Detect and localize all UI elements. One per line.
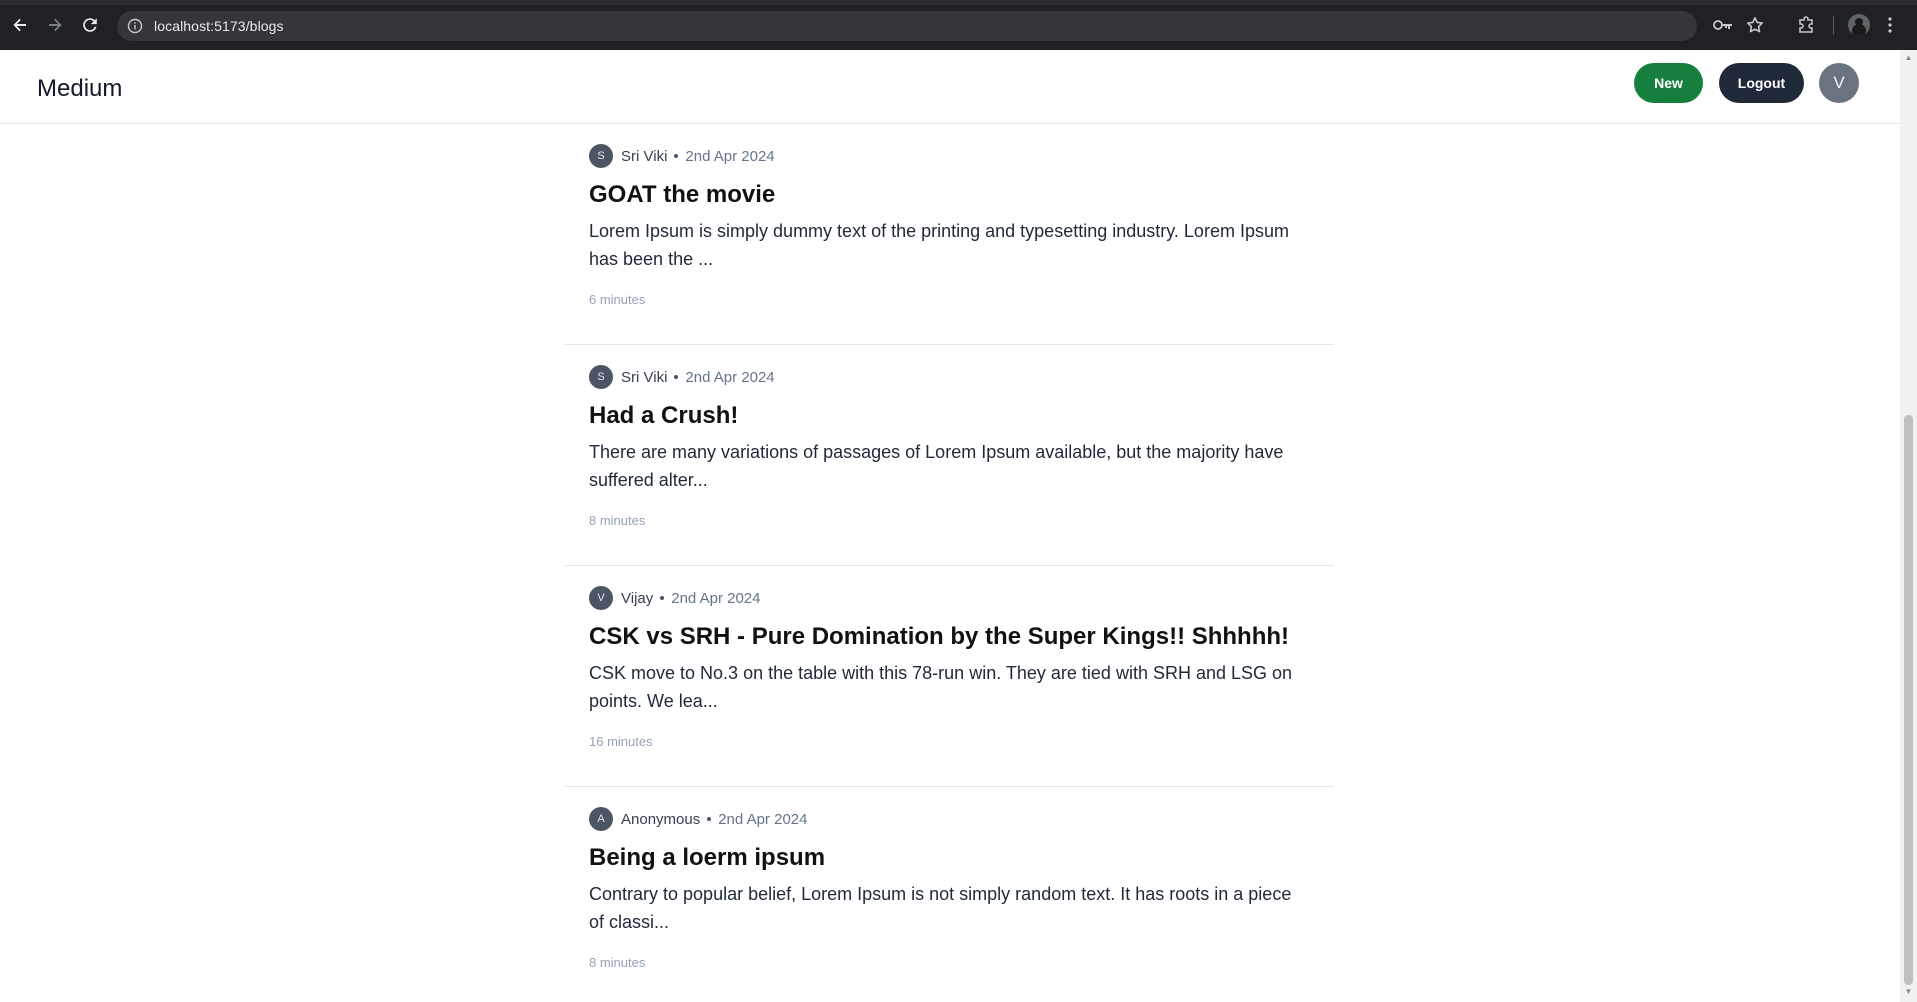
blog-feed: S Sri Viki 2nd Apr 2024 GOAT the movie L… bbox=[564, 124, 1334, 1002]
extensions-puzzle-icon[interactable] bbox=[1794, 13, 1818, 37]
scroll-up-icon[interactable]: ▲ bbox=[1904, 54, 1913, 62]
blog-card[interactable]: S Sri Viki 2nd Apr 2024 Had a Crush! The… bbox=[564, 345, 1334, 566]
menu-dots-icon[interactable] bbox=[1883, 13, 1897, 37]
post-title[interactable]: CSK vs SRH - Pure Domination by the Supe… bbox=[589, 622, 1289, 652]
read-time: 8 minutes bbox=[589, 513, 646, 528]
tab-strip bbox=[0, 0, 1917, 5]
post-excerpt: Contrary to popular belief, Lorem Ipsum … bbox=[589, 884, 1292, 932]
blog-card[interactable]: A Anonymous 2nd Apr 2024 Being a loerm i… bbox=[564, 787, 1334, 1002]
toolbar-divider bbox=[1833, 16, 1834, 34]
post-excerpt: CSK move to No.3 on the table with this … bbox=[589, 663, 1293, 711]
post-title[interactable]: Being a loerm ipsum bbox=[589, 843, 825, 873]
back-arrow-icon[interactable] bbox=[8, 13, 32, 37]
password-key-icon[interactable] bbox=[1711, 13, 1735, 37]
author-name: Sri Viki bbox=[621, 147, 668, 165]
post-date: 2nd Apr 2024 bbox=[685, 147, 775, 165]
logout-button[interactable]: Logout bbox=[1719, 63, 1804, 103]
post-date: 2nd Apr 2024 bbox=[685, 368, 775, 386]
post-meta: V Vijay 2nd Apr 2024 bbox=[589, 586, 761, 610]
blog-card[interactable]: S Sri Viki 2nd Apr 2024 GOAT the movie L… bbox=[564, 124, 1334, 345]
author-avatar: A bbox=[589, 807, 613, 831]
post-meta: A Anonymous 2nd Apr 2024 bbox=[589, 807, 807, 831]
separator-dot-icon bbox=[707, 817, 712, 821]
brand-logo[interactable]: Medium bbox=[37, 75, 122, 103]
blog-card[interactable]: V Vijay 2nd Apr 2024 CSK vs SRH - Pure D… bbox=[564, 566, 1334, 787]
author-avatar: S bbox=[589, 144, 613, 168]
author-name: Anonymous bbox=[621, 810, 701, 828]
author-avatar: S bbox=[589, 365, 613, 389]
site-info-icon[interactable] bbox=[127, 18, 143, 34]
post-meta: S Sri Viki 2nd Apr 2024 bbox=[589, 144, 775, 168]
post-excerpt: There are many variations of passages of… bbox=[589, 442, 1284, 490]
read-time: 8 minutes bbox=[589, 955, 646, 970]
scroll-down-icon[interactable]: ▼ bbox=[1904, 988, 1913, 996]
separator-dot-icon bbox=[660, 596, 665, 600]
app-header: Medium New Logout V bbox=[0, 50, 1900, 124]
post-date: 2nd Apr 2024 bbox=[718, 810, 808, 828]
scrollbar-thumb[interactable] bbox=[1904, 415, 1913, 985]
post-title[interactable]: GOAT the movie bbox=[589, 180, 775, 210]
post-date: 2nd Apr 2024 bbox=[671, 589, 761, 607]
read-time: 6 minutes bbox=[589, 292, 646, 307]
profile-icon[interactable] bbox=[1848, 14, 1870, 36]
address-bar[interactable]: localhost:5173/blogs bbox=[117, 11, 1697, 41]
reload-icon[interactable] bbox=[78, 13, 102, 37]
separator-dot-icon bbox=[674, 154, 679, 158]
bookmark-star-icon[interactable] bbox=[1743, 13, 1767, 37]
post-title[interactable]: Had a Crush! bbox=[589, 401, 738, 431]
author-avatar: V bbox=[589, 586, 613, 610]
forward-arrow-icon[interactable] bbox=[43, 13, 67, 37]
author-name: Vijay bbox=[621, 589, 654, 607]
separator-dot-icon bbox=[674, 375, 679, 379]
browser-toolbar: localhost:5173/blogs bbox=[0, 0, 1917, 50]
url-text[interactable]: localhost:5173/blogs bbox=[154, 18, 284, 34]
post-excerpt: Lorem Ipsum is simply dummy text of the … bbox=[589, 221, 1289, 269]
post-meta: S Sri Viki 2nd Apr 2024 bbox=[589, 365, 775, 389]
author-name: Sri Viki bbox=[621, 368, 668, 386]
user-avatar[interactable]: V bbox=[1819, 63, 1859, 103]
new-post-button[interactable]: New bbox=[1634, 63, 1703, 103]
read-time: 16 minutes bbox=[589, 734, 653, 749]
